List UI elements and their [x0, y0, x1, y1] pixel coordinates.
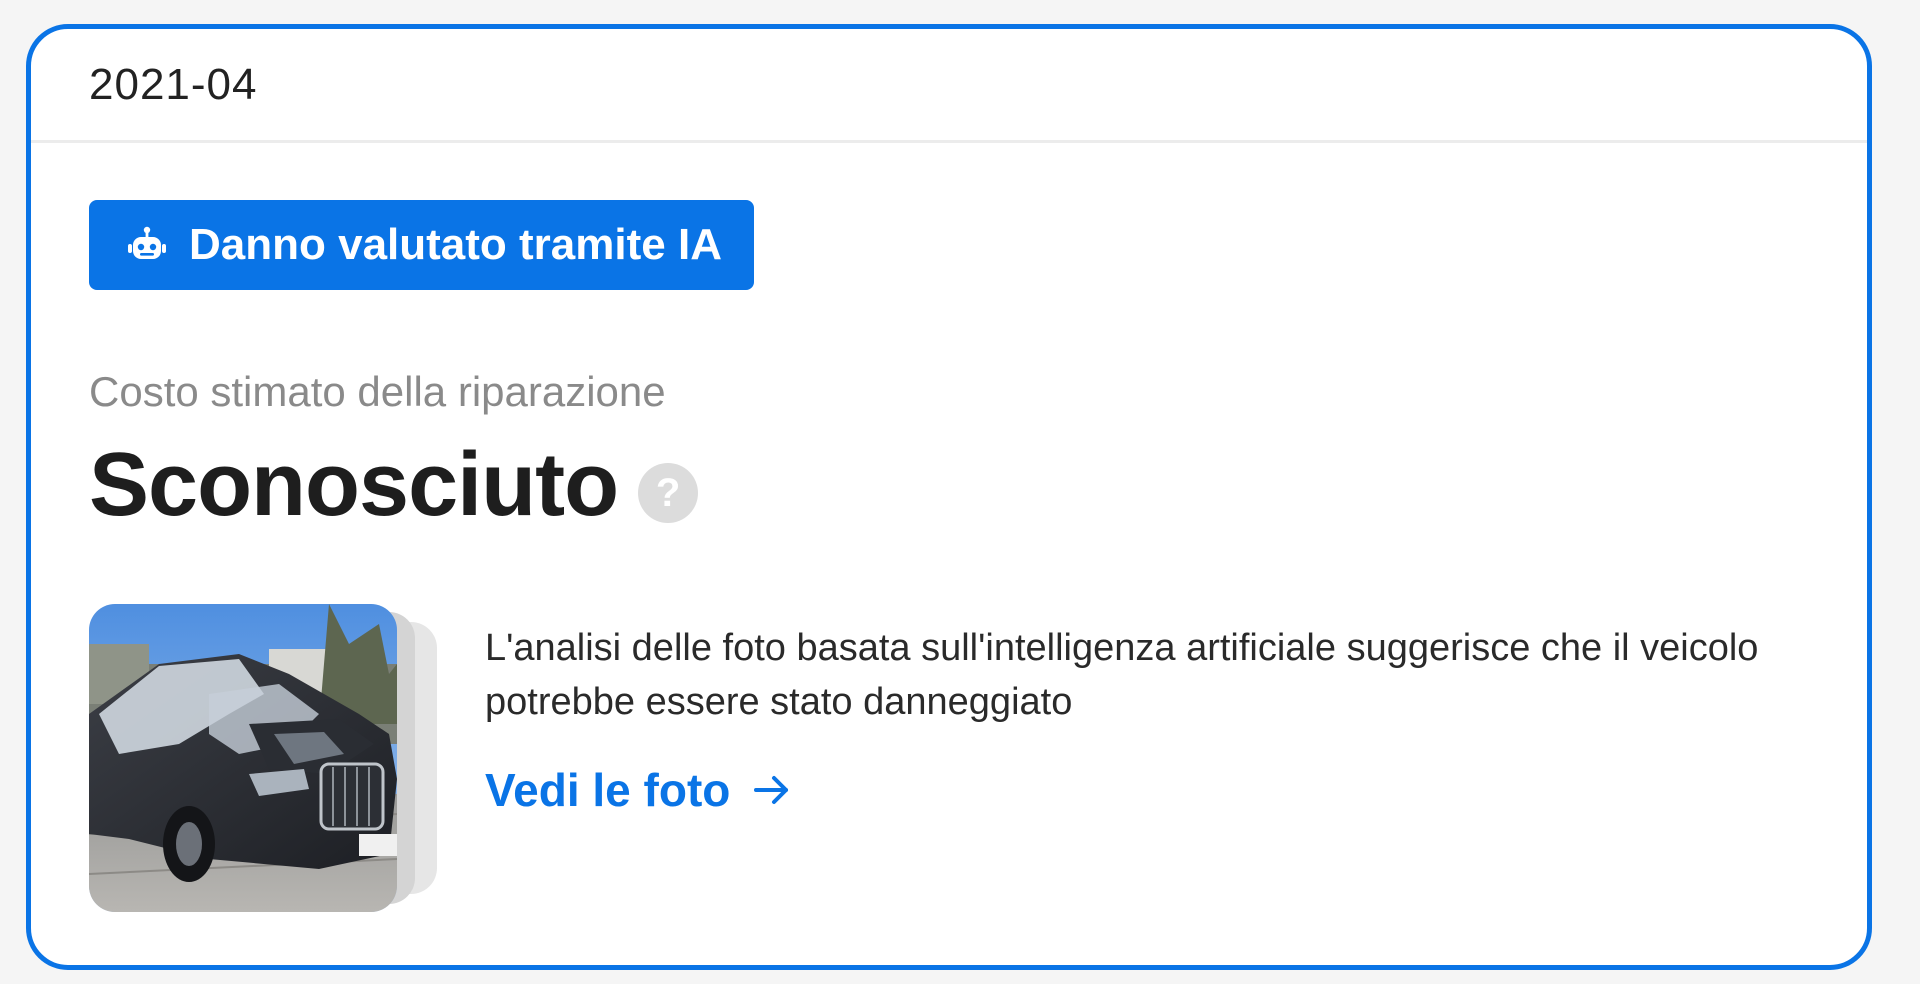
analysis-description: L'analisi delle foto basata sull'intelli…	[485, 627, 1759, 723]
damaged-car-photo[interactable]	[89, 604, 397, 912]
damage-assessment-card: 2021-04 Danno valutato tramite IA Costo …	[26, 24, 1872, 970]
ai-assessment-badge: Danno valutato tramite IA	[89, 200, 754, 290]
robot-icon	[128, 226, 166, 259]
record-date: 2021-04	[89, 59, 258, 109]
card-header: 2021-04	[31, 29, 1867, 143]
estimated-cost-label: Costo stimato della riparazione	[89, 368, 666, 415]
arrow-right-icon	[754, 776, 789, 804]
estimated-cost-row: Sconosciuto ?	[89, 435, 699, 535]
badge-label: Danno valutato tramite IA	[189, 220, 722, 269]
view-photos-label: Vedi le foto	[485, 764, 731, 816]
view-photos-link[interactable]: Vedi le foto	[485, 763, 792, 817]
question-icon[interactable]: ?	[638, 463, 699, 523]
photo-stack-thumbnail[interactable]	[89, 604, 449, 914]
estimated-cost-value: Sconosciuto	[89, 435, 619, 535]
car-photo-image	[89, 604, 397, 912]
